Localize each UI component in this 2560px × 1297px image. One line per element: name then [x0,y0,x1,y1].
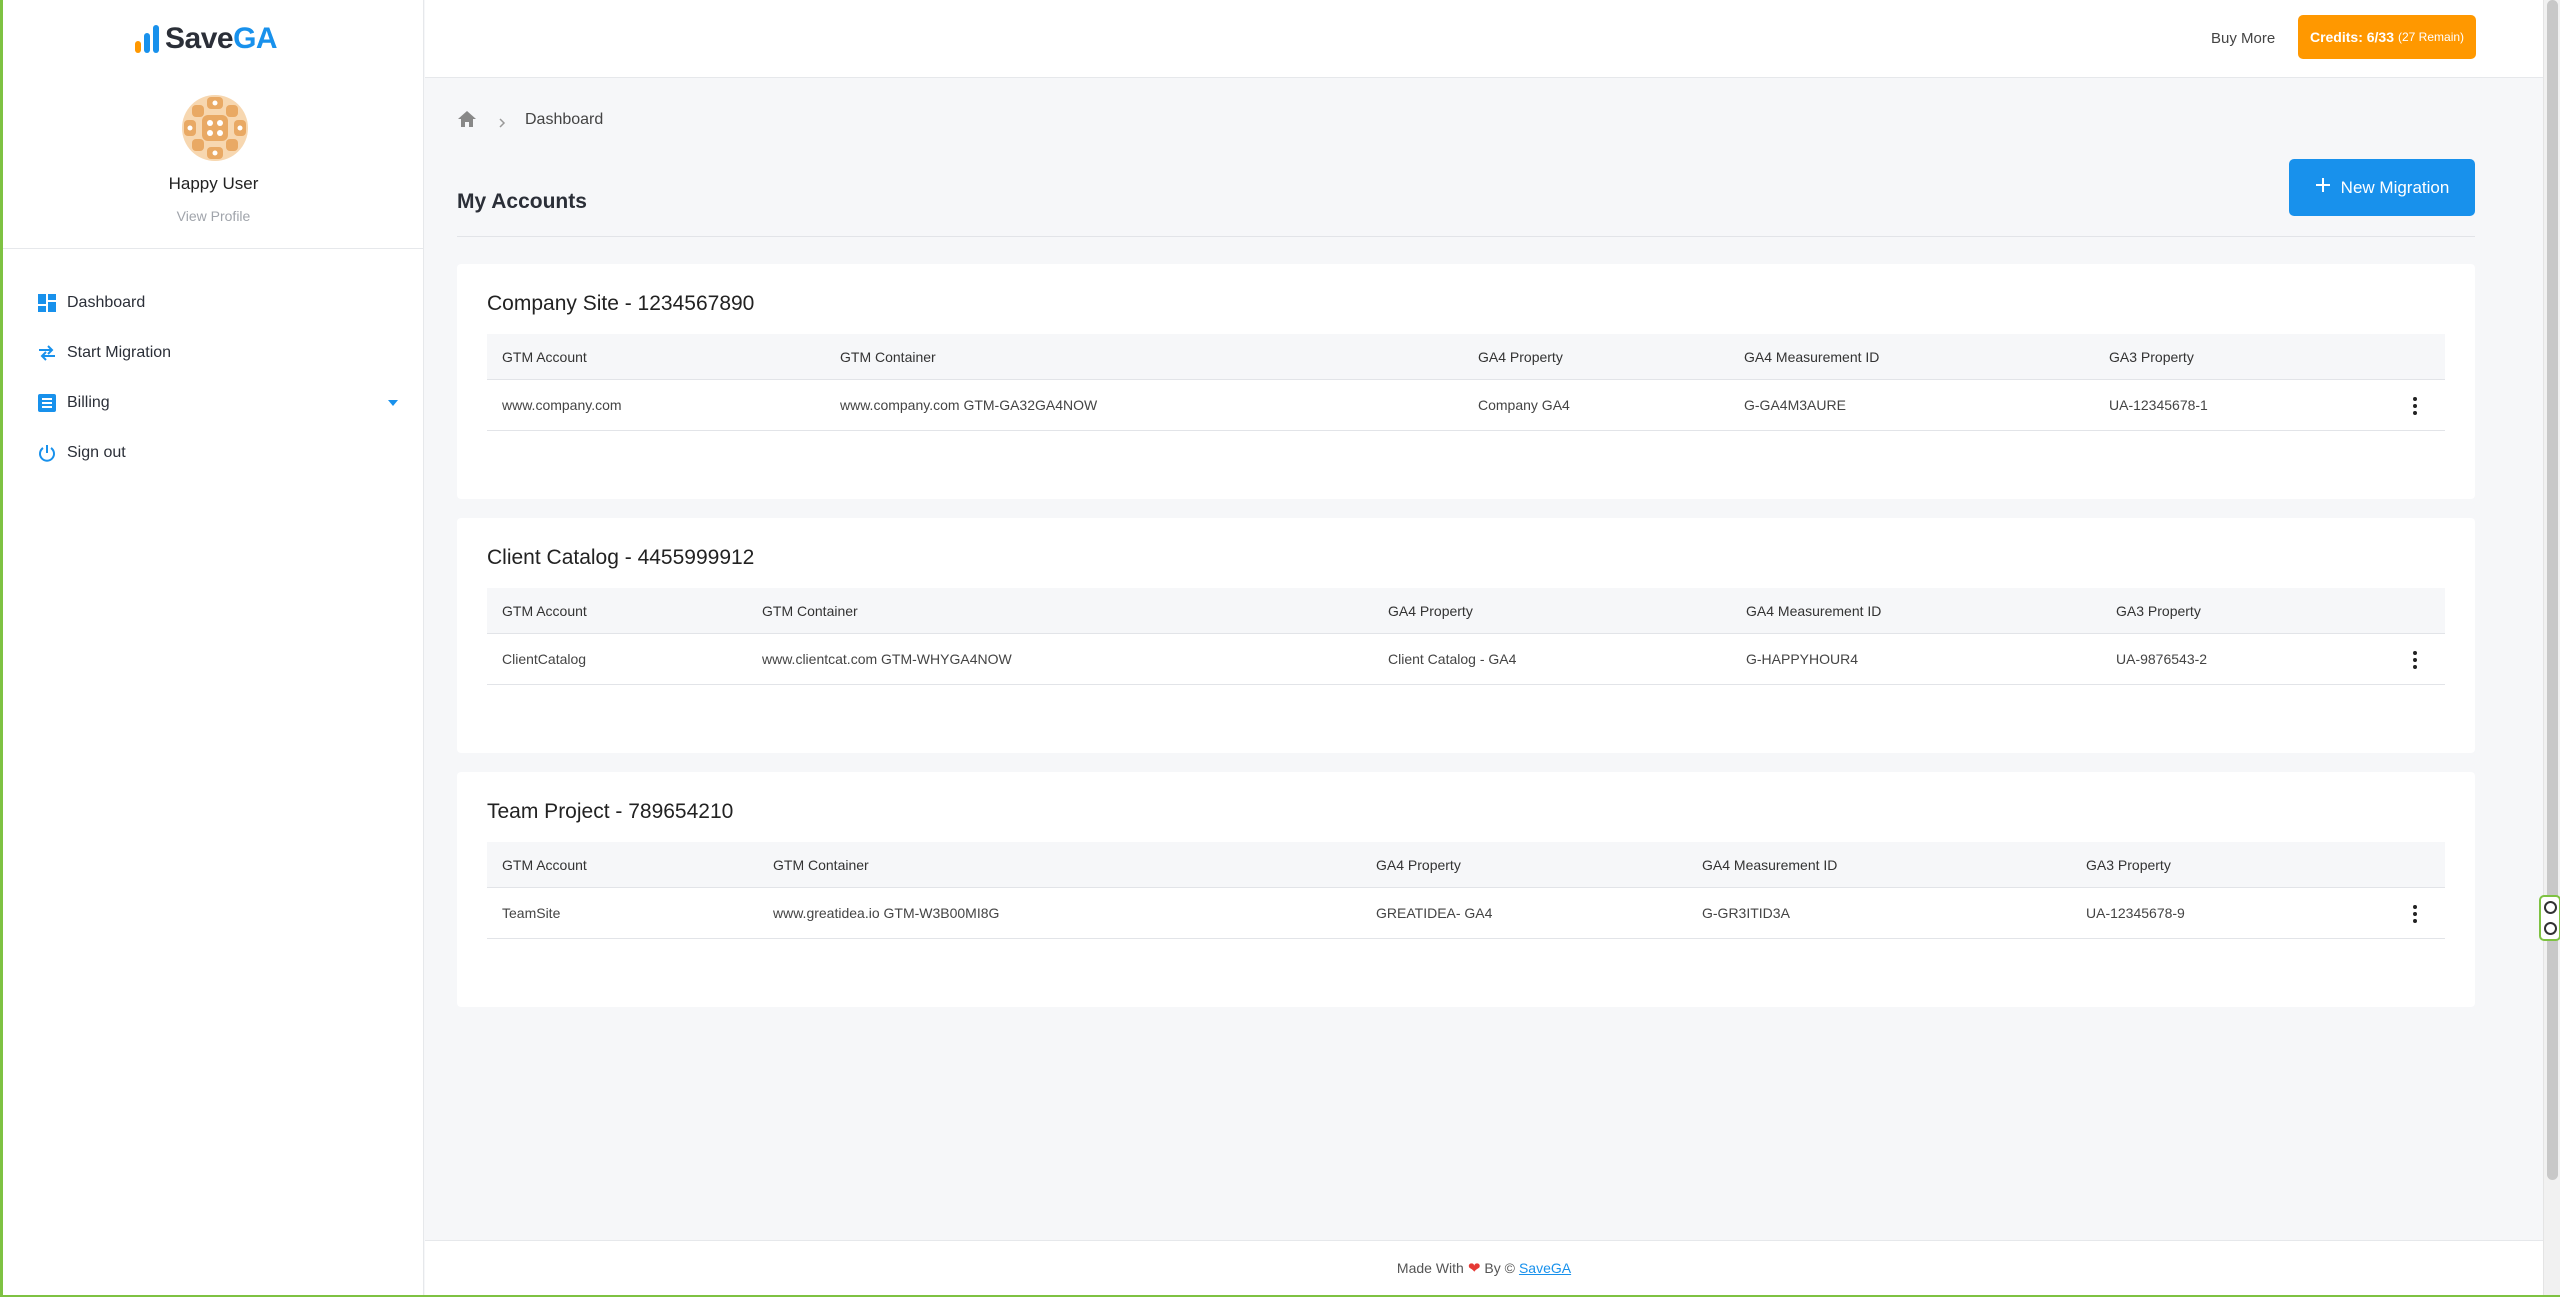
account-card: Team Project - 789654210 GTM Account GTM… [457,772,2475,1007]
logo-bars-icon [135,25,159,53]
cell-gtm-account: TeamSite [502,905,561,921]
scrollbar-thumb[interactable] [2547,0,2558,1180]
breadcrumb-current: Dashboard [525,111,604,128]
home-icon[interactable] [457,110,477,130]
chevron-right-icon [497,115,507,128]
buy-more-link[interactable]: Buy More [2211,30,2275,47]
credits-label: Credits: 6/33 [2309,29,2394,45]
sidebar-divider [3,248,424,249]
cell-gtm-account: www.company.com [502,397,622,413]
breadcrumb: Dashboard [457,109,603,131]
cell-ga3-property: UA-12345678-9 [2086,905,2185,921]
col-ga3-property: GA3 Property [2109,348,2194,365]
cell-gtm-account: ClientCatalog [502,651,587,667]
table-header: GTM Account GTM Container GA4 Property G… [487,334,2445,380]
cell-ga4-measurement-id: G-GA4M3AURE [1744,397,1846,413]
billing-list-icon [37,393,57,413]
account-title: Team Project - 789654210 [487,800,734,823]
col-ga4-measurement-id: GA4 Measurement ID [1744,348,1880,365]
sidebar-item-dashboard[interactable]: Dashboard [3,278,424,328]
logo-text: SaveGA [165,22,278,55]
logo[interactable]: SaveGA [135,22,278,56]
table-row: ClientCatalog www.clientcat.com GTM-WHYG… [487,634,2445,685]
footer: Made With ❤ By © SaveGA [425,1240,2543,1295]
more-options-icon[interactable] [2409,394,2421,418]
new-migration-label: New Migration [2340,177,2450,197]
avatar-pattern-icon [182,95,248,161]
cell-ga4-property: Company GA4 [1478,397,1570,413]
col-ga4-property: GA4 Property [1376,856,1461,873]
cell-gtm-container: www.company.com GTM-GA32GA4NOW [840,397,1098,413]
col-gtm-container: GTM Container [762,602,858,619]
more-options-icon[interactable] [2409,648,2421,672]
cell-ga3-property: UA-12345678-1 [2109,397,2208,413]
col-gtm-container: GTM Container [773,856,869,873]
table-row: www.company.com www.company.com GTM-GA32… [487,380,2445,431]
footer-savega-link[interactable]: SaveGA [1519,1260,1571,1276]
avatar[interactable] [180,93,250,163]
cell-ga3-property: UA-9876543-2 [2116,651,2208,667]
close-circle-icon[interactable] [2543,901,2557,914]
cell-gtm-container: www.greatidea.io GTM-W3B00MI8G [773,905,1000,921]
col-ga3-property: GA3 Property [2086,856,2171,873]
new-migration-button[interactable]: New Migration [2289,159,2475,216]
col-ga3-property: GA3 Property [2116,602,2201,619]
page-scrollbar[interactable] [2543,0,2560,1295]
account-table: GTM Account GTM Container GA4 Property G… [487,842,2445,939]
page-title: My Accounts [457,190,587,213]
col-ga4-property: GA4 Property [1388,602,1473,619]
title-divider [457,236,2475,237]
col-gtm-container: GTM Container [840,348,936,365]
dashboard-icon [37,293,57,313]
chevron-down-icon[interactable] [388,400,398,406]
footer-by: By © [1484,1260,1515,1276]
col-ga4-measurement-id: GA4 Measurement ID [1702,856,1838,873]
col-ga4-property: GA4 Property [1478,348,1563,365]
sidebar-nav: Dashboard Start Migration Billing Sign o… [3,278,424,478]
account-table: GTM Account GTM Container GA4 Property G… [487,334,2445,431]
cell-ga4-property: GREATIDEA- GA4 [1376,905,1493,921]
view-profile-link[interactable]: View Profile [3,208,424,224]
sidebar-item-billing[interactable]: Billing [3,378,424,428]
sidebar-item-label: Sign out [67,444,126,461]
account-card: Company Site - 1234567890 GTM Account GT… [457,264,2475,499]
cell-ga4-property: Client Catalog - GA4 [1388,651,1517,667]
account-title: Company Site - 1234567890 [487,292,755,315]
table-header: GTM Account GTM Container GA4 Property G… [487,588,2445,634]
heart-icon: ❤ [1467,1260,1481,1277]
sidebar: SaveGA Happy User View Profile Dashboard… [3,0,424,1295]
sidebar-item-start-migration[interactable]: Start Migration [3,328,424,378]
footer-made-with: Made With [1396,1260,1464,1276]
col-gtm-account: GTM Account [502,348,587,365]
col-gtm-account: GTM Account [502,602,587,619]
main-content: Dashboard My Accounts New Migration Comp… [425,79,2543,1239]
credits-remain: (27 Remain) [2398,30,2465,44]
power-icon [37,443,57,463]
info-circle-icon[interactable] [2543,922,2557,935]
sidebar-item-sign-out[interactable]: Sign out [3,428,424,478]
cell-ga4-measurement-id: G-GR3ITID3A [1702,905,1790,921]
account-card: Client Catalog - 4455999912 GTM Account … [457,518,2475,753]
more-options-icon[interactable] [2409,902,2421,926]
cell-ga4-measurement-id: G-HAPPYHOUR4 [1746,651,1859,667]
swap-arrows-icon [37,343,57,363]
col-ga4-measurement-id: GA4 Measurement ID [1746,602,1882,619]
cell-gtm-container: www.clientcat.com GTM-WHYGA4NOW [762,651,1012,667]
table-header: GTM Account GTM Container GA4 Property G… [487,842,2445,888]
account-table: GTM Account GTM Container GA4 Property G… [487,588,2445,685]
user-name: Happy User [168,174,259,193]
floating-widget[interactable] [2539,895,2560,941]
table-row: TeamSite www.greatidea.io GTM-W3B00MI8G … [487,888,2445,939]
sidebar-item-label: Dashboard [67,294,146,311]
credits-button[interactable]: Credits: 6/33 (27 Remain) [2298,15,2476,59]
sidebar-item-label: Start Migration [67,344,172,361]
topbar: Buy More Credits: 6/33 (27 Remain) [425,0,2543,78]
account-title: Client Catalog - 4455999912 [487,546,755,569]
plus-icon [2315,177,2331,198]
col-gtm-account: GTM Account [502,856,587,873]
sidebar-item-label: Billing [67,394,110,411]
